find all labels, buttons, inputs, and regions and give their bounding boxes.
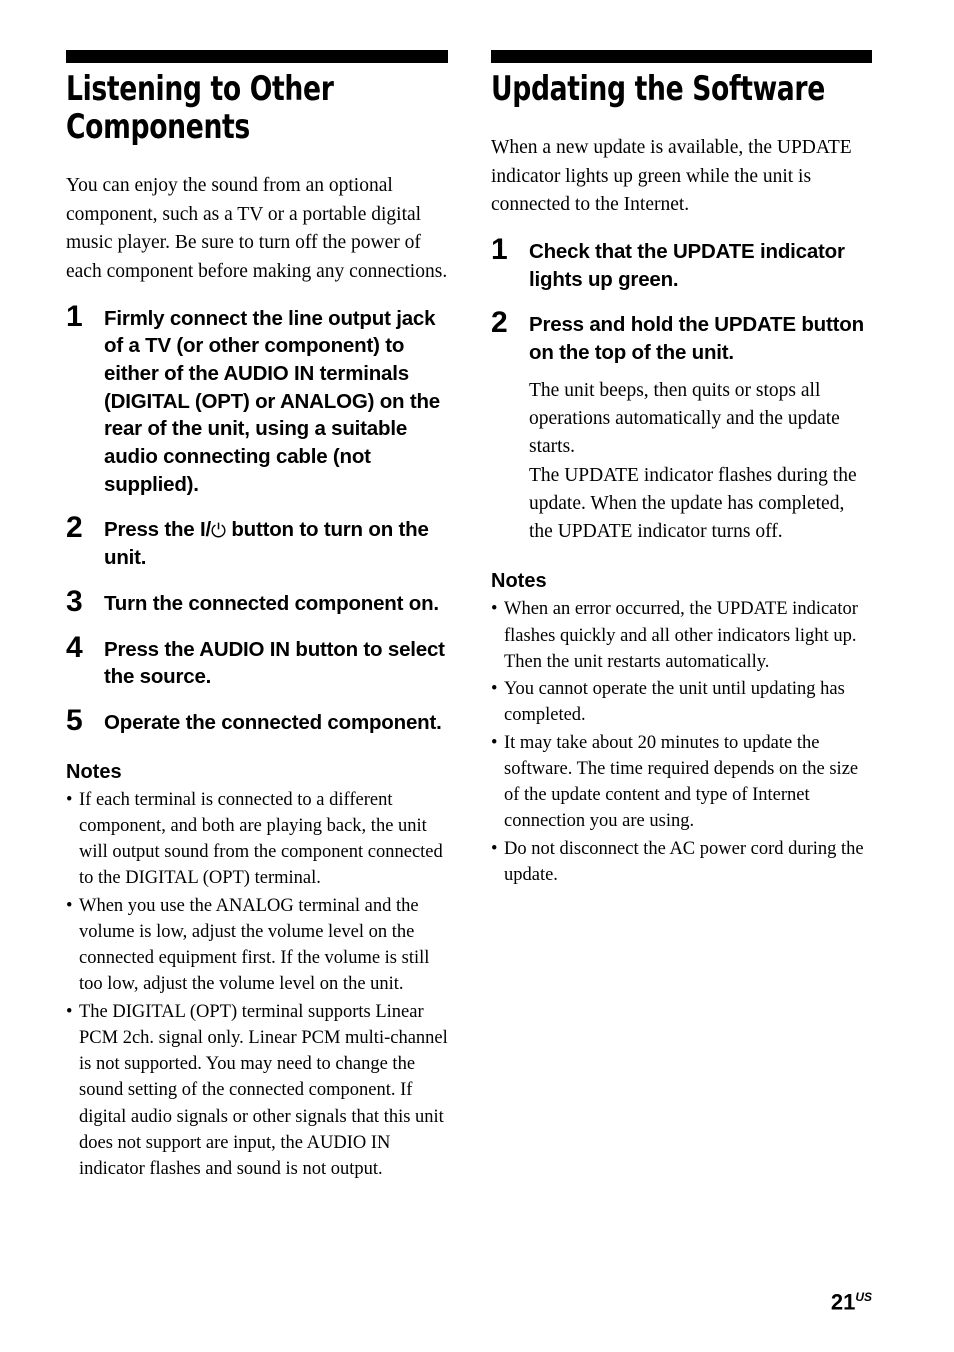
step-number: 3 [66, 584, 83, 618]
right-notes-section: Notes • When an error occurred, the UPDAT… [491, 570, 872, 888]
step-body: Firmly connect the line output jack of a… [104, 305, 448, 499]
step-2-left: 2 Press the I/⏻ button to turn on the un… [66, 511, 448, 571]
step-instruction: Press the I/⏻ button to turn on the unit… [104, 516, 448, 571]
step-body: Turn the connected component on. [104, 590, 448, 618]
step-number: 2 [491, 306, 508, 340]
step-body: Operate the connected component. [104, 709, 448, 737]
note-item: • If each terminal is connected to a diff… [66, 787, 448, 892]
step-5-left: 5 Operate the connected component. [66, 703, 448, 737]
section-rule-right [491, 50, 872, 63]
step-instruction: Turn the connected component on. [104, 591, 439, 615]
page-number: 21US [831, 1291, 872, 1313]
left-section-title: Listening to Other Components [66, 69, 334, 148]
step-body: Press the I/⏻ button to turn on the unit… [104, 516, 448, 571]
bullet-icon: • [66, 789, 73, 810]
bullet-icon: • [491, 679, 498, 700]
note-item: • When you use the ANALOG terminal and th… [66, 893, 448, 998]
step-text-before-symbol: Press the I/ [104, 518, 211, 542]
notes-heading: Notes [66, 760, 122, 783]
step-2-right: 2 Press and hold the UPDATE button on th… [491, 306, 872, 546]
note-text: Do not disconnect the AC power cord duri… [504, 838, 864, 885]
note-text: When an error occurred, the UPDATE indic… [504, 599, 858, 672]
step-1-right: 1 Check that the UPDATE indicator lights… [491, 233, 872, 293]
right-intro-paragraph: When a new update is available, the UPDA… [491, 137, 852, 216]
step-instruction: Check that the UPDATE indicator lights u… [529, 240, 845, 291]
right-notes-list: • When an error occurred, the UPDATE indi… [491, 596, 872, 888]
step-body: Press the AUDIO IN button to select the … [104, 636, 448, 691]
step-number: 1 [66, 299, 83, 333]
step-instruction: Press and hold the UPDATE button on the … [529, 313, 864, 365]
step-4-left: 4 Press the AUDIO IN button to select th… [66, 630, 448, 691]
step-3-left: 3 Turn the connected component on. [66, 584, 448, 618]
left-notes-list: • If each terminal is connected to a diff… [66, 787, 448, 1183]
note-item: • The DIGITAL (OPT) terminal supports Lin… [66, 999, 448, 1183]
step-sub-paragraph: The UPDATE indicator flashes during the … [529, 464, 857, 543]
note-text: The DIGITAL (OPT) terminal supports Line… [79, 1001, 448, 1180]
power-standby-symbol-icon: ⏻ [211, 520, 226, 543]
step-body: Press and hold the UPDATE button on the … [529, 311, 872, 546]
note-item: • It may take about 20 minutes to update … [491, 730, 872, 835]
step-number: 5 [66, 703, 83, 737]
right-section-title: Updating the Software [491, 69, 825, 109]
left-column: Listening to Other Components You can en… [66, 50, 448, 1184]
manual-page: Listening to Other Components You can en… [0, 0, 954, 1352]
step-number: 1 [491, 233, 508, 267]
step-instruction: Firmly connect the line output jack of a… [104, 306, 440, 496]
step-1-left: 1 Firmly connect the line output jack of… [66, 299, 448, 499]
step-number: 2 [66, 511, 83, 545]
bullet-icon: • [491, 838, 498, 859]
step-instruction: Press the AUDIO IN button to select the … [104, 637, 445, 689]
note-text: When you use the ANALOG terminal and the… [79, 895, 430, 995]
right-column: Updating the Software When a new update … [491, 50, 872, 889]
note-text: If each terminal is connected to a diffe… [79, 789, 443, 889]
notes-heading: Notes [491, 570, 547, 593]
step-instruction: Operate the connected component. [104, 710, 442, 734]
section-rule-left [66, 50, 448, 63]
note-text: It may take about 20 minutes to update t… [504, 732, 859, 832]
left-notes-section: Notes • If each terminal is connected to … [66, 761, 448, 1183]
bullet-icon: • [491, 732, 498, 753]
left-intro-paragraph: You can enjoy the sound from an optional… [66, 175, 448, 283]
step-sub-paragraph: The unit beeps, then quits or stops all … [529, 379, 840, 458]
note-text: You cannot operate the unit until updati… [504, 679, 845, 726]
note-item: • You cannot operate the unit until updat… [491, 676, 872, 729]
step-number: 4 [66, 630, 83, 664]
bullet-icon: • [491, 599, 498, 620]
page-number-suffix: US [855, 1289, 872, 1304]
note-item: • Do not disconnect the AC power cord dur… [491, 836, 872, 889]
bullet-icon: • [66, 895, 73, 916]
note-item: • When an error occurred, the UPDATE indi… [491, 596, 872, 675]
step-body: Check that the UPDATE indicator lights u… [529, 238, 872, 293]
bullet-icon: • [66, 1001, 73, 1022]
page-number-value: 21 [830, 1289, 856, 1314]
